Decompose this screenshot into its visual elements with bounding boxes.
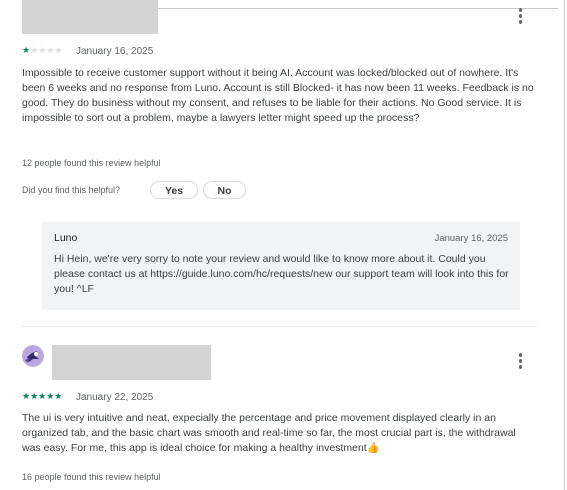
helpful-question: Did you find this helpful?: [22, 185, 121, 195]
more-vert-icon: [518, 353, 522, 357]
reply-text: Hi Hein, we're very sorry to note your r…: [54, 253, 509, 295]
helpful-no-button[interactable]: No: [203, 181, 246, 199]
helpful-yes-button[interactable]: Yes: [150, 181, 198, 199]
more-options-button[interactable]: [512, 8, 528, 26]
reviewer-name-redacted: [22, 0, 158, 34]
reply-date: January 16, 2025: [434, 233, 508, 244]
more-options-button[interactable]: [512, 353, 528, 371]
review-date: January 22, 2025: [76, 392, 154, 403]
right-border: [564, 0, 565, 490]
developer-name: Luno: [54, 232, 78, 244]
header-divider: [158, 8, 558, 9]
developer-reply: Luno January 16, 2025 Hi Hein, we're ver…: [42, 222, 520, 310]
review-text: Impossible to receive customer support w…: [22, 67, 534, 124]
review-divider: [22, 326, 537, 327]
helpful-count: 12 people found this review helpful: [22, 158, 161, 168]
review-text: The ui is very intuitive and neat, expec…: [22, 412, 516, 454]
review-date: January 16, 2025: [76, 46, 154, 57]
user-avatar-icon: [22, 345, 44, 367]
star-rating: ★★★★★: [22, 45, 63, 55]
helpful-count: 16 people found this review helpful: [22, 472, 161, 482]
star-rating: ★★★★★: [22, 391, 63, 401]
reviewer-name-redacted: [52, 345, 211, 380]
more-vert-icon: [518, 8, 522, 12]
